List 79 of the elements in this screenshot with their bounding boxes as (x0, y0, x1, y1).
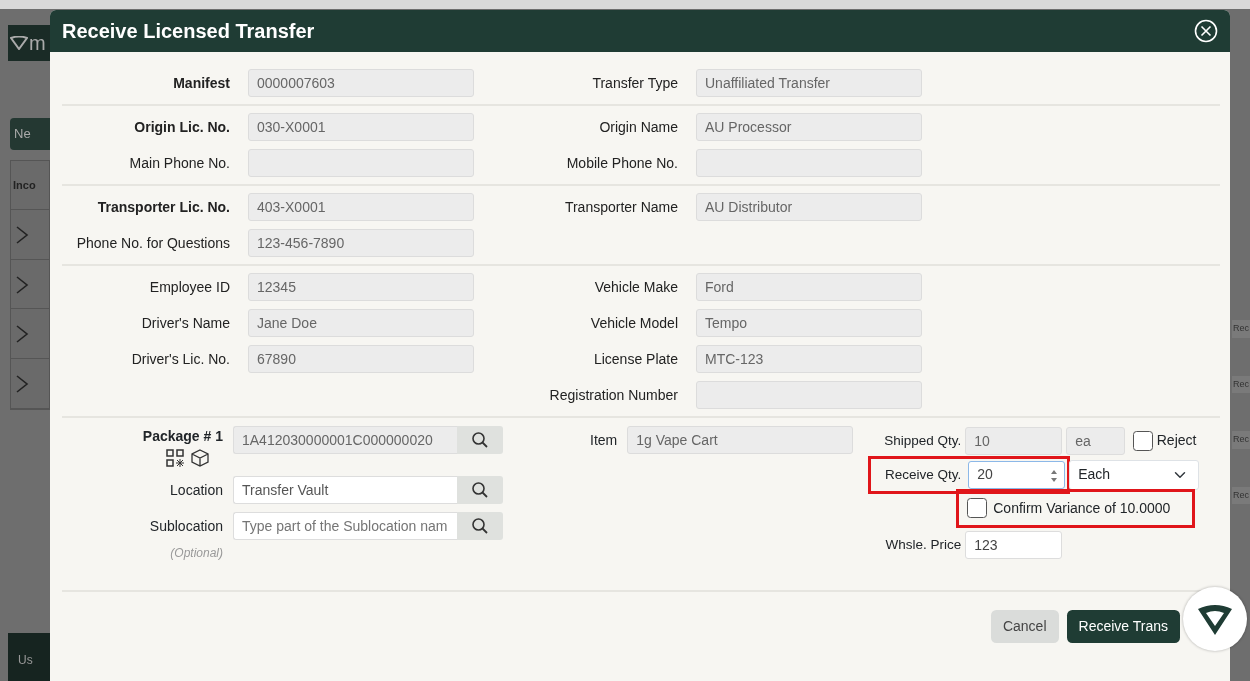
text-field[interactable] (696, 149, 922, 177)
text-field[interactable]: 10 (965, 426, 1063, 455)
field-label: Transporter Name (563, 197, 678, 217)
variance-checkbox[interactable] (967, 497, 988, 518)
field-label: Item (590, 430, 618, 450)
field-label: Transfer Type (591, 73, 678, 93)
field-label: Transporter Lic. No. (96, 197, 230, 217)
text-field[interactable]: 67890 (248, 345, 474, 373)
text-field[interactable]: 1g Vape Cart (627, 426, 854, 454)
field-label: Phone No. for Questions (75, 233, 230, 253)
row-label: Rec (1232, 375, 1250, 393)
field-label: Registration Number (548, 385, 678, 405)
search-button[interactable] (457, 426, 503, 454)
cancel-button[interactable]: Cancel (990, 610, 1059, 643)
text-field[interactable]: Type part of the Sublocation nam (233, 512, 457, 540)
text-field[interactable]: 123-456-7890 (248, 229, 474, 257)
search-icon[interactable] (471, 481, 489, 499)
row-label: Rec (1232, 320, 1250, 338)
text-field[interactable]: 1A412030000001C000000020 (233, 426, 457, 454)
field-label: Receive Qty. (883, 465, 962, 484)
field-label: License Plate (592, 349, 678, 369)
text-field[interactable]: 0000007603 (248, 69, 474, 97)
text-field[interactable]: MTC-123 (696, 345, 922, 373)
field-label: Mobile Phone No. (565, 153, 678, 173)
field-label: Origin Lic. No. (133, 117, 230, 137)
chevron-icon[interactable] (15, 223, 29, 245)
quantity-field[interactable]: 20 (968, 460, 1066, 489)
reject-checkbox[interactable] (1132, 430, 1153, 451)
field-label: Driver's Name (140, 313, 230, 333)
chevron-icon[interactable] (15, 273, 29, 295)
new-button[interactable]: Ne (10, 118, 50, 150)
text-field[interactable]: Unaffiliated Transfer (696, 69, 922, 97)
field-label: Location (170, 480, 223, 500)
text-field[interactable] (248, 149, 474, 177)
search-button[interactable] (457, 476, 503, 504)
field-label: Vehicle Make (593, 277, 678, 297)
checkbox-label: Confirm Variance of 10.0000 (993, 498, 1171, 518)
close-button[interactable] (1194, 19, 1218, 43)
box-icon[interactable] (191, 447, 209, 468)
text-field[interactable]: 123 (965, 531, 1063, 560)
hint-text: (Optional) (170, 544, 223, 562)
field-label: Employee ID (148, 277, 230, 297)
text-field[interactable]: Ford (696, 273, 922, 301)
text-field[interactable] (696, 381, 922, 409)
panel-tab[interactable]: Inco (11, 160, 49, 210)
unit-dropdown[interactable]: Each (1069, 459, 1200, 490)
search-icon[interactable] (471, 431, 489, 449)
text-field[interactable]: Tempo (696, 309, 922, 337)
text-field[interactable]: AU Processor (696, 113, 922, 141)
footer-text: Us (8, 633, 50, 681)
field-label: Shipped Qty. (883, 431, 962, 450)
field-label: Package # 1 (142, 427, 223, 446)
field-label: Driver's Lic. No. (130, 349, 230, 369)
text-field[interactable]: Jane Doe (248, 309, 474, 337)
text-field[interactable]: ea (1066, 426, 1126, 455)
checkbox-label: Reject (1156, 431, 1197, 451)
text-field[interactable]: 403-X0001 (248, 193, 474, 221)
search-button[interactable] (457, 512, 503, 540)
text-field[interactable]: 030-X0001 (248, 113, 474, 141)
field-label: Origin Name (598, 117, 678, 137)
row-label: Rec (1232, 431, 1250, 449)
row-label: Rec (1232, 486, 1250, 504)
field-label: Manifest (172, 73, 230, 93)
chevron-icon[interactable] (15, 322, 29, 345)
field-label: Main Phone No. (128, 153, 230, 173)
field-label: Whsle. Price (884, 536, 962, 554)
field-label: Sublocation (149, 516, 223, 536)
logo-text: m (29, 31, 46, 56)
logo-icon (10, 36, 28, 50)
search-icon[interactable] (471, 517, 489, 535)
qr-code-icon[interactable] (166, 447, 184, 468)
chevron-icon[interactable] (15, 372, 29, 394)
receive-button[interactable]: Receive Trans (1066, 610, 1180, 643)
field-label: Vehicle Model (589, 313, 678, 333)
text-field[interactable]: AU Distributor (696, 193, 922, 221)
dialog-title: Receive Licensed Transfer (62, 19, 315, 43)
number-field[interactable]: 20 (977, 464, 1038, 486)
text-field[interactable]: 12345 (248, 273, 474, 301)
text-field[interactable]: Transfer Vault (233, 476, 457, 504)
